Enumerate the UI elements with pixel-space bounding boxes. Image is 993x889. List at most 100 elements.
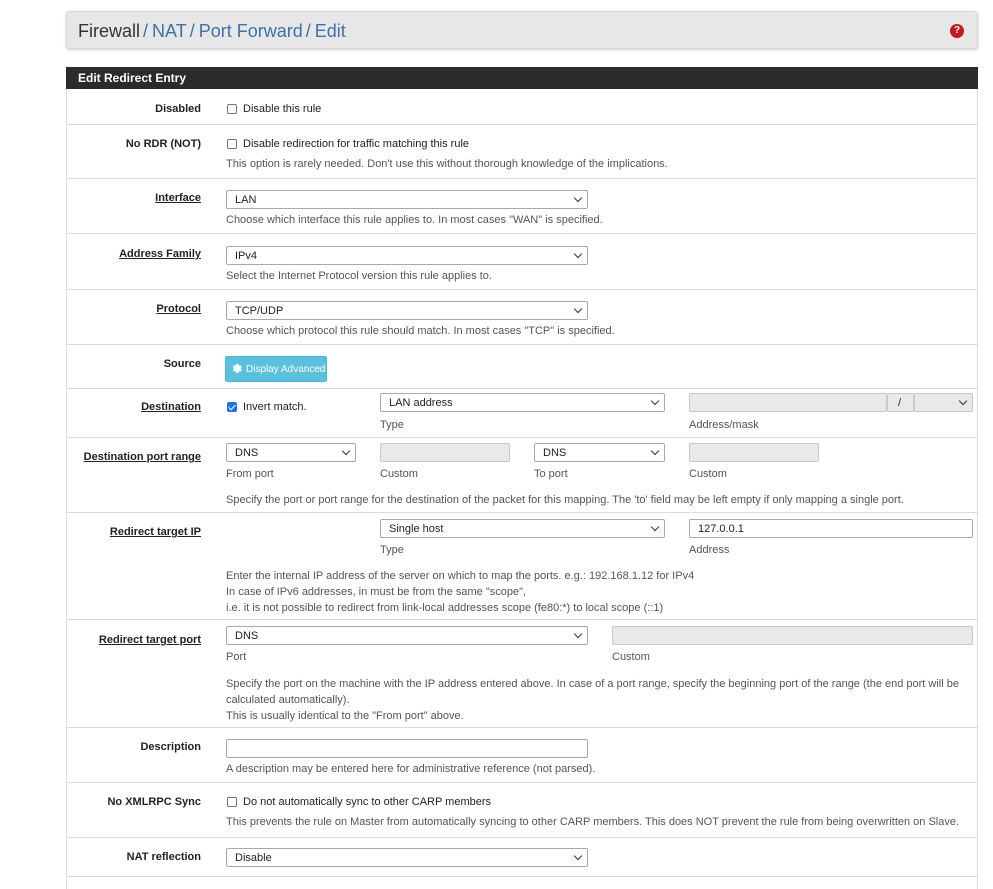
chevron-down-icon bbox=[574, 631, 582, 639]
breadcrumb-separator: / bbox=[189, 21, 195, 41]
edit-redirect-form: Disabled Disable this rule No RDR (NOT) … bbox=[66, 89, 978, 889]
redirect-type-value: Single host bbox=[389, 523, 444, 535]
row-source: Source bbox=[67, 345, 977, 389]
row-nat-reflection: NAT reflection Disable bbox=[67, 838, 977, 877]
redirect-port-custom-input[interactable] bbox=[612, 626, 973, 645]
mask-separator: / bbox=[887, 393, 914, 412]
redirect-port-select[interactable]: DNS bbox=[226, 626, 588, 645]
row-destination-port-range: Destination port range DNS From port Cus… bbox=[67, 438, 977, 513]
redirect-address-input[interactable]: 127.0.0.1 bbox=[689, 519, 973, 538]
no-xmlrpc-sync-checkbox[interactable] bbox=[227, 797, 237, 807]
breadcrumb-port-forward[interactable]: Port Forward bbox=[199, 21, 303, 41]
no-rdr-checkbox[interactable] bbox=[227, 139, 237, 149]
protocol-label[interactable]: Protocol bbox=[156, 303, 201, 315]
redirect-port-help-1: Specify the port on the machine with the… bbox=[226, 678, 959, 690]
interface-help: Choose which interface this rule applies… bbox=[226, 214, 603, 226]
panel-title: Edit Redirect Entry bbox=[66, 67, 978, 89]
description-help: A description may be entered here for ad… bbox=[226, 763, 596, 775]
redirect-ip-help-3: i.e. it is not possible to redirect from… bbox=[226, 602, 664, 614]
row-protocol: Protocol TCP/UDP Choose which protocol t… bbox=[67, 290, 977, 345]
redirect-port-sublabel: Port bbox=[226, 651, 247, 663]
no-xmlrpc-sync-help: This prevents the rule on Master from au… bbox=[226, 816, 960, 828]
breadcrumb-firewall[interactable]: Firewall bbox=[78, 21, 140, 41]
row-no-rdr: No RDR (NOT) Disable redirection for tra… bbox=[67, 125, 977, 179]
chevron-down-icon bbox=[342, 448, 350, 456]
chevron-down-icon bbox=[574, 251, 582, 259]
destination-mask-select[interactable] bbox=[914, 393, 973, 412]
display-advanced-button[interactable]: Display Advanced bbox=[225, 356, 327, 382]
row-address-family: Address Family IPv4 Select the Internet … bbox=[67, 234, 977, 290]
redirect-type-select[interactable]: Single host bbox=[380, 519, 665, 538]
disable-rule-checkbox[interactable] bbox=[227, 104, 237, 114]
display-advanced-label: Display Advanced bbox=[246, 364, 326, 375]
nat-reflection-label: NAT reflection bbox=[126, 851, 201, 863]
address-family-help: Select the Internet Protocol version thi… bbox=[226, 270, 492, 282]
to-port-custom-input[interactable] bbox=[689, 443, 819, 462]
chevron-down-icon bbox=[574, 306, 582, 314]
invert-match-label[interactable]: Invert match. bbox=[243, 401, 307, 413]
breadcrumb: Firewall / NAT / Port Forward / Edit bbox=[78, 21, 346, 42]
to-port-sublabel: To port bbox=[534, 468, 568, 480]
row-redirect-target-ip: Redirect target IP Single host Type 127.… bbox=[67, 513, 977, 620]
destination-label[interactable]: Destination bbox=[141, 401, 201, 413]
description-input[interactable] bbox=[226, 739, 588, 758]
no-xmlrpc-sync-checkbox-label[interactable]: Do not automatically sync to other CARP … bbox=[243, 796, 491, 808]
breadcrumb-separator: / bbox=[143, 21, 149, 41]
description-label: Description bbox=[140, 741, 201, 753]
interface-select-value: LAN bbox=[235, 194, 257, 206]
redirect-address-sublabel: Address bbox=[689, 544, 730, 556]
chevron-down-icon bbox=[651, 524, 659, 532]
protocol-help: Choose which protocol this rule should m… bbox=[226, 325, 615, 337]
protocol-select[interactable]: TCP/UDP bbox=[226, 301, 588, 320]
chevron-down-icon bbox=[959, 398, 967, 406]
row-no-xmlrpc-sync: No XMLRPC Sync Do not automatically sync… bbox=[67, 783, 977, 838]
address-family-label[interactable]: Address Family bbox=[119, 248, 201, 260]
to-port-value: DNS bbox=[543, 447, 567, 459]
nat-reflection-value: Disable bbox=[235, 852, 272, 864]
chevron-down-icon bbox=[574, 195, 582, 203]
row-description: Description A description may be entered… bbox=[67, 728, 977, 783]
no-xmlrpc-sync-label: No XMLRPC Sync bbox=[107, 796, 201, 808]
row-redirect-target-port: Redirect target port DNS Port Custom Spe… bbox=[67, 620, 977, 728]
redirect-ip-help-2: In case of IPv6 addresses, in must be fr… bbox=[226, 586, 527, 598]
breadcrumb-nat[interactable]: NAT bbox=[152, 21, 187, 41]
interface-label[interactable]: Interface bbox=[155, 192, 201, 204]
address-family-select-value: IPv4 bbox=[235, 250, 258, 262]
redirect-target-port-label[interactable]: Redirect target port bbox=[99, 634, 201, 646]
disable-rule-checkbox-label[interactable]: Disable this rule bbox=[243, 103, 321, 115]
no-rdr-label: No RDR (NOT) bbox=[125, 138, 201, 150]
breadcrumb-edit[interactable]: Edit bbox=[315, 21, 346, 41]
destination-type-sublabel: Type bbox=[380, 419, 404, 431]
chevron-down-icon bbox=[651, 448, 659, 456]
redirect-port-custom-sublabel: Custom bbox=[612, 651, 650, 663]
disabled-label: Disabled bbox=[155, 103, 201, 115]
destination-port-range-help: Specify the port or port range for the d… bbox=[226, 494, 904, 506]
row-disabled: Disabled Disable this rule bbox=[67, 89, 977, 125]
help-icon[interactable]: ? bbox=[950, 24, 964, 38]
address-family-select[interactable]: IPv4 bbox=[226, 246, 588, 265]
redirect-port-help-3: This is usually identical to the "From p… bbox=[226, 710, 464, 722]
destination-type-value: LAN address bbox=[389, 397, 453, 409]
no-rdr-help: This option is rarely needed. Don't use … bbox=[226, 158, 668, 170]
to-port-select[interactable]: DNS bbox=[534, 443, 665, 462]
invert-match-checkbox[interactable] bbox=[227, 402, 237, 412]
no-rdr-checkbox-label[interactable]: Disable redirection for traffic matching… bbox=[243, 138, 469, 150]
destination-port-range-label[interactable]: Destination port range bbox=[84, 451, 201, 463]
breadcrumb-bar: Firewall / NAT / Port Forward / Edit ? bbox=[66, 11, 978, 49]
gear-icon bbox=[232, 363, 242, 374]
from-port-custom-input[interactable] bbox=[380, 443, 510, 462]
protocol-select-value: TCP/UDP bbox=[235, 305, 284, 317]
redirect-type-sublabel: Type bbox=[380, 544, 404, 556]
interface-select[interactable]: LAN bbox=[226, 190, 588, 209]
from-port-custom-sublabel: Custom bbox=[380, 468, 418, 480]
destination-type-select[interactable]: LAN address bbox=[380, 393, 665, 412]
row-interface: Interface LAN Choose which interface thi… bbox=[67, 179, 977, 234]
redirect-ip-help-1: Enter the internal IP address of the ser… bbox=[226, 570, 695, 582]
row-destination: Destination Invert match. LAN address Ty… bbox=[67, 389, 977, 438]
chevron-down-icon bbox=[651, 398, 659, 406]
destination-address-input[interactable] bbox=[689, 393, 887, 412]
redirect-target-ip-label[interactable]: Redirect target IP bbox=[110, 526, 201, 538]
nat-reflection-select[interactable]: Disable bbox=[226, 848, 588, 867]
from-port-select[interactable]: DNS bbox=[226, 443, 356, 462]
redirect-port-help-2: calculated automatically). bbox=[226, 694, 350, 706]
